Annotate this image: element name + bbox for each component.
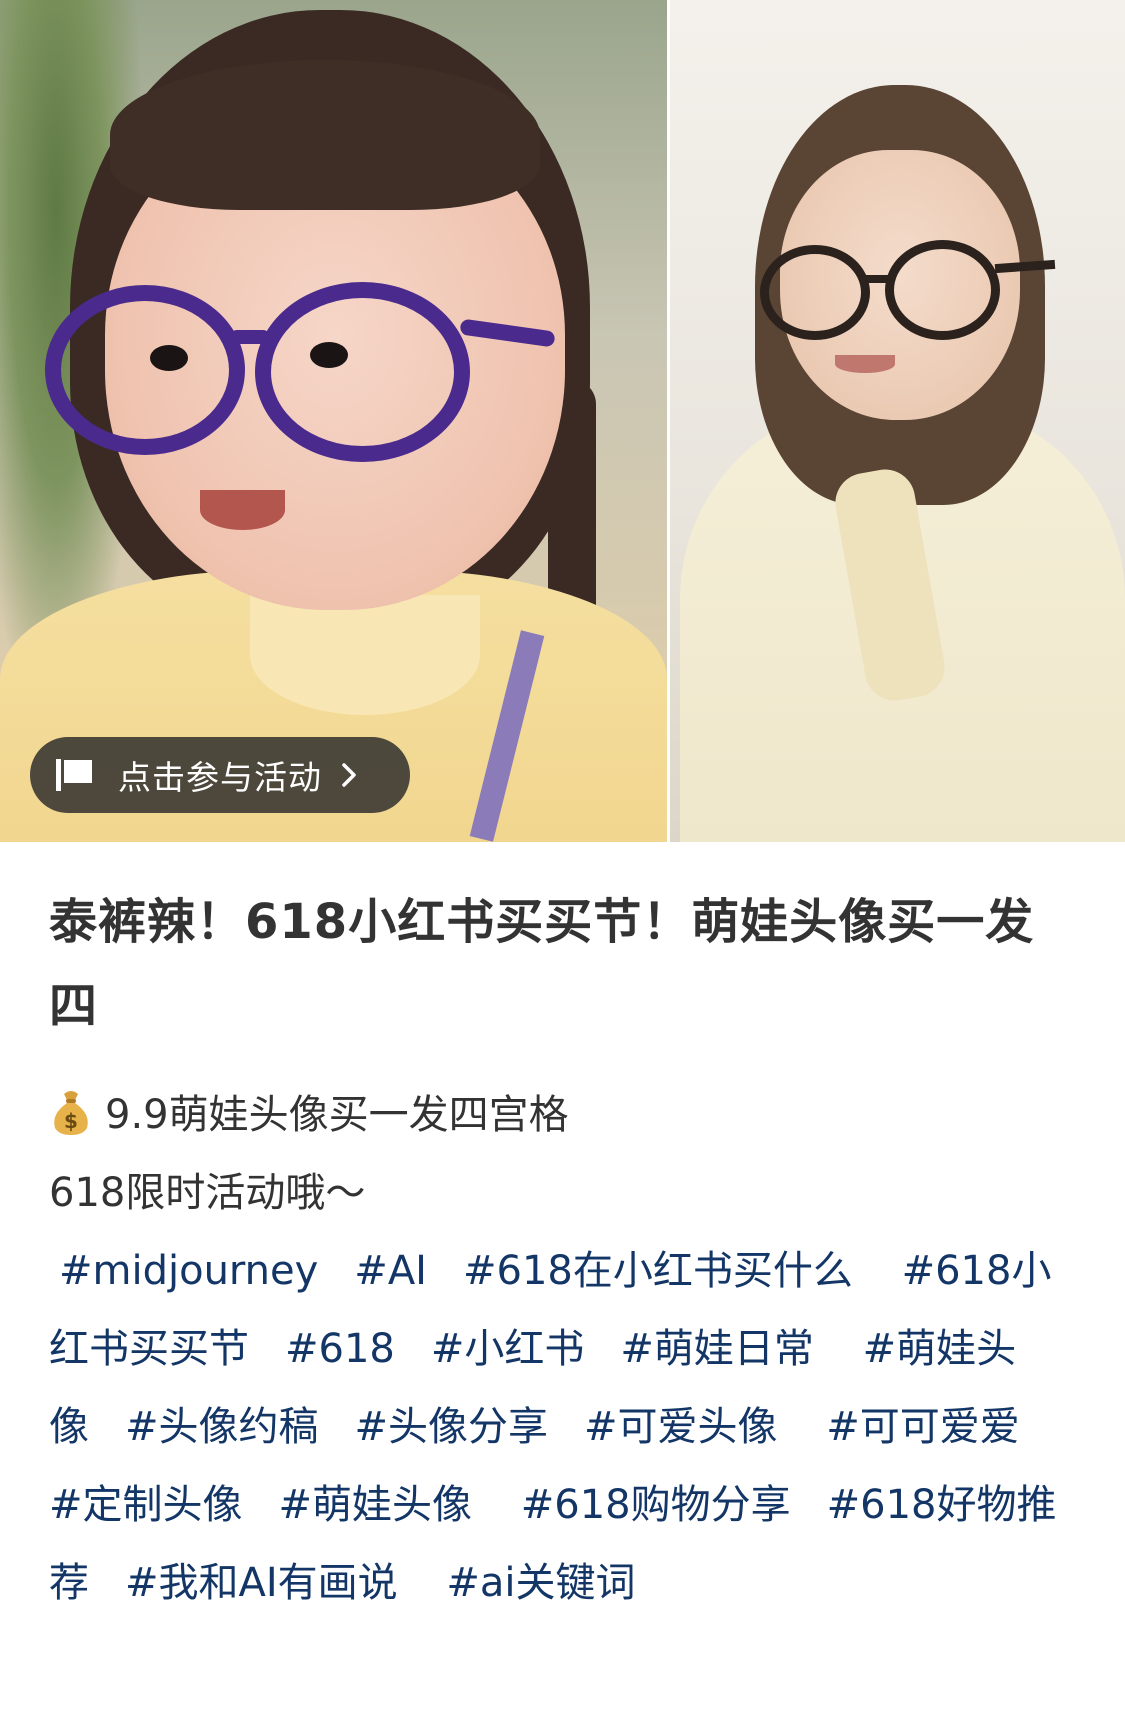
hashtag-link[interactable]: #midjourney	[59, 1248, 318, 1294]
image-carousel[interactable]: 点击参与活动	[0, 0, 1125, 842]
post-content: 泰裤辣！618小红书买买节！萌娃头像买一发四 $ 9.9萌娃头像买一发四宫格 6…	[49, 880, 1079, 1622]
hashtag-link[interactable]: #萌娃头像	[279, 1482, 473, 1528]
hashtag-link[interactable]: #618	[285, 1326, 395, 1372]
hashtag-link[interactable]: #我和AI有画说	[125, 1560, 398, 1606]
photo-ai-toddler[interactable]	[0, 0, 667, 842]
description-line: 618限时活动哦～	[49, 1170, 366, 1216]
photo-real-child[interactable]	[670, 0, 1125, 842]
hashtag-link[interactable]: #可可爱爱	[826, 1404, 1020, 1450]
hashtag-link[interactable]: #618购物分享	[521, 1482, 791, 1528]
hashtag-link[interactable]: #618在小红书买什么	[463, 1248, 853, 1294]
activity-label: 点击参与活动	[118, 758, 322, 797]
description-line: $ 9.9萌娃头像买一发四宫格	[49, 1076, 1079, 1154]
glasses	[760, 245, 870, 340]
hashtag-link[interactable]: #小红书	[431, 1326, 585, 1372]
join-activity-button[interactable]: 点击参与活动	[30, 737, 410, 813]
money-bag-icon: $	[54, 1091, 88, 1135]
flag-icon	[56, 759, 92, 791]
hashtag-link[interactable]: #头像约稿	[125, 1404, 319, 1450]
glasses	[45, 285, 245, 455]
chevron-right-icon	[342, 763, 356, 787]
hashtag-link[interactable]: #可爱头像	[584, 1404, 778, 1450]
post-title: 泰裤辣！618小红书买买节！萌娃头像买一发四	[49, 894, 1035, 1034]
hashtag-link[interactable]: #头像分享	[355, 1404, 549, 1450]
hashtag-link[interactable]: #定制头像	[49, 1482, 243, 1528]
post-description: $ 9.9萌娃头像买一发四宫格 618限时活动哦～ #midjourney #AI…	[49, 1076, 1079, 1622]
hashtag-link[interactable]: #萌娃日常	[620, 1326, 814, 1372]
description-price-line: 9.9萌娃头像买一发四宫格	[105, 1092, 569, 1138]
svg-text:$: $	[64, 1109, 78, 1133]
hashtag-link[interactable]: #AI	[354, 1248, 427, 1294]
hashtag-link[interactable]: #ai关键词	[446, 1560, 635, 1606]
hashtag-list: #midjourney #AI #618在小红书买什么 #618小红书买买节 #618…	[49, 1232, 1079, 1622]
